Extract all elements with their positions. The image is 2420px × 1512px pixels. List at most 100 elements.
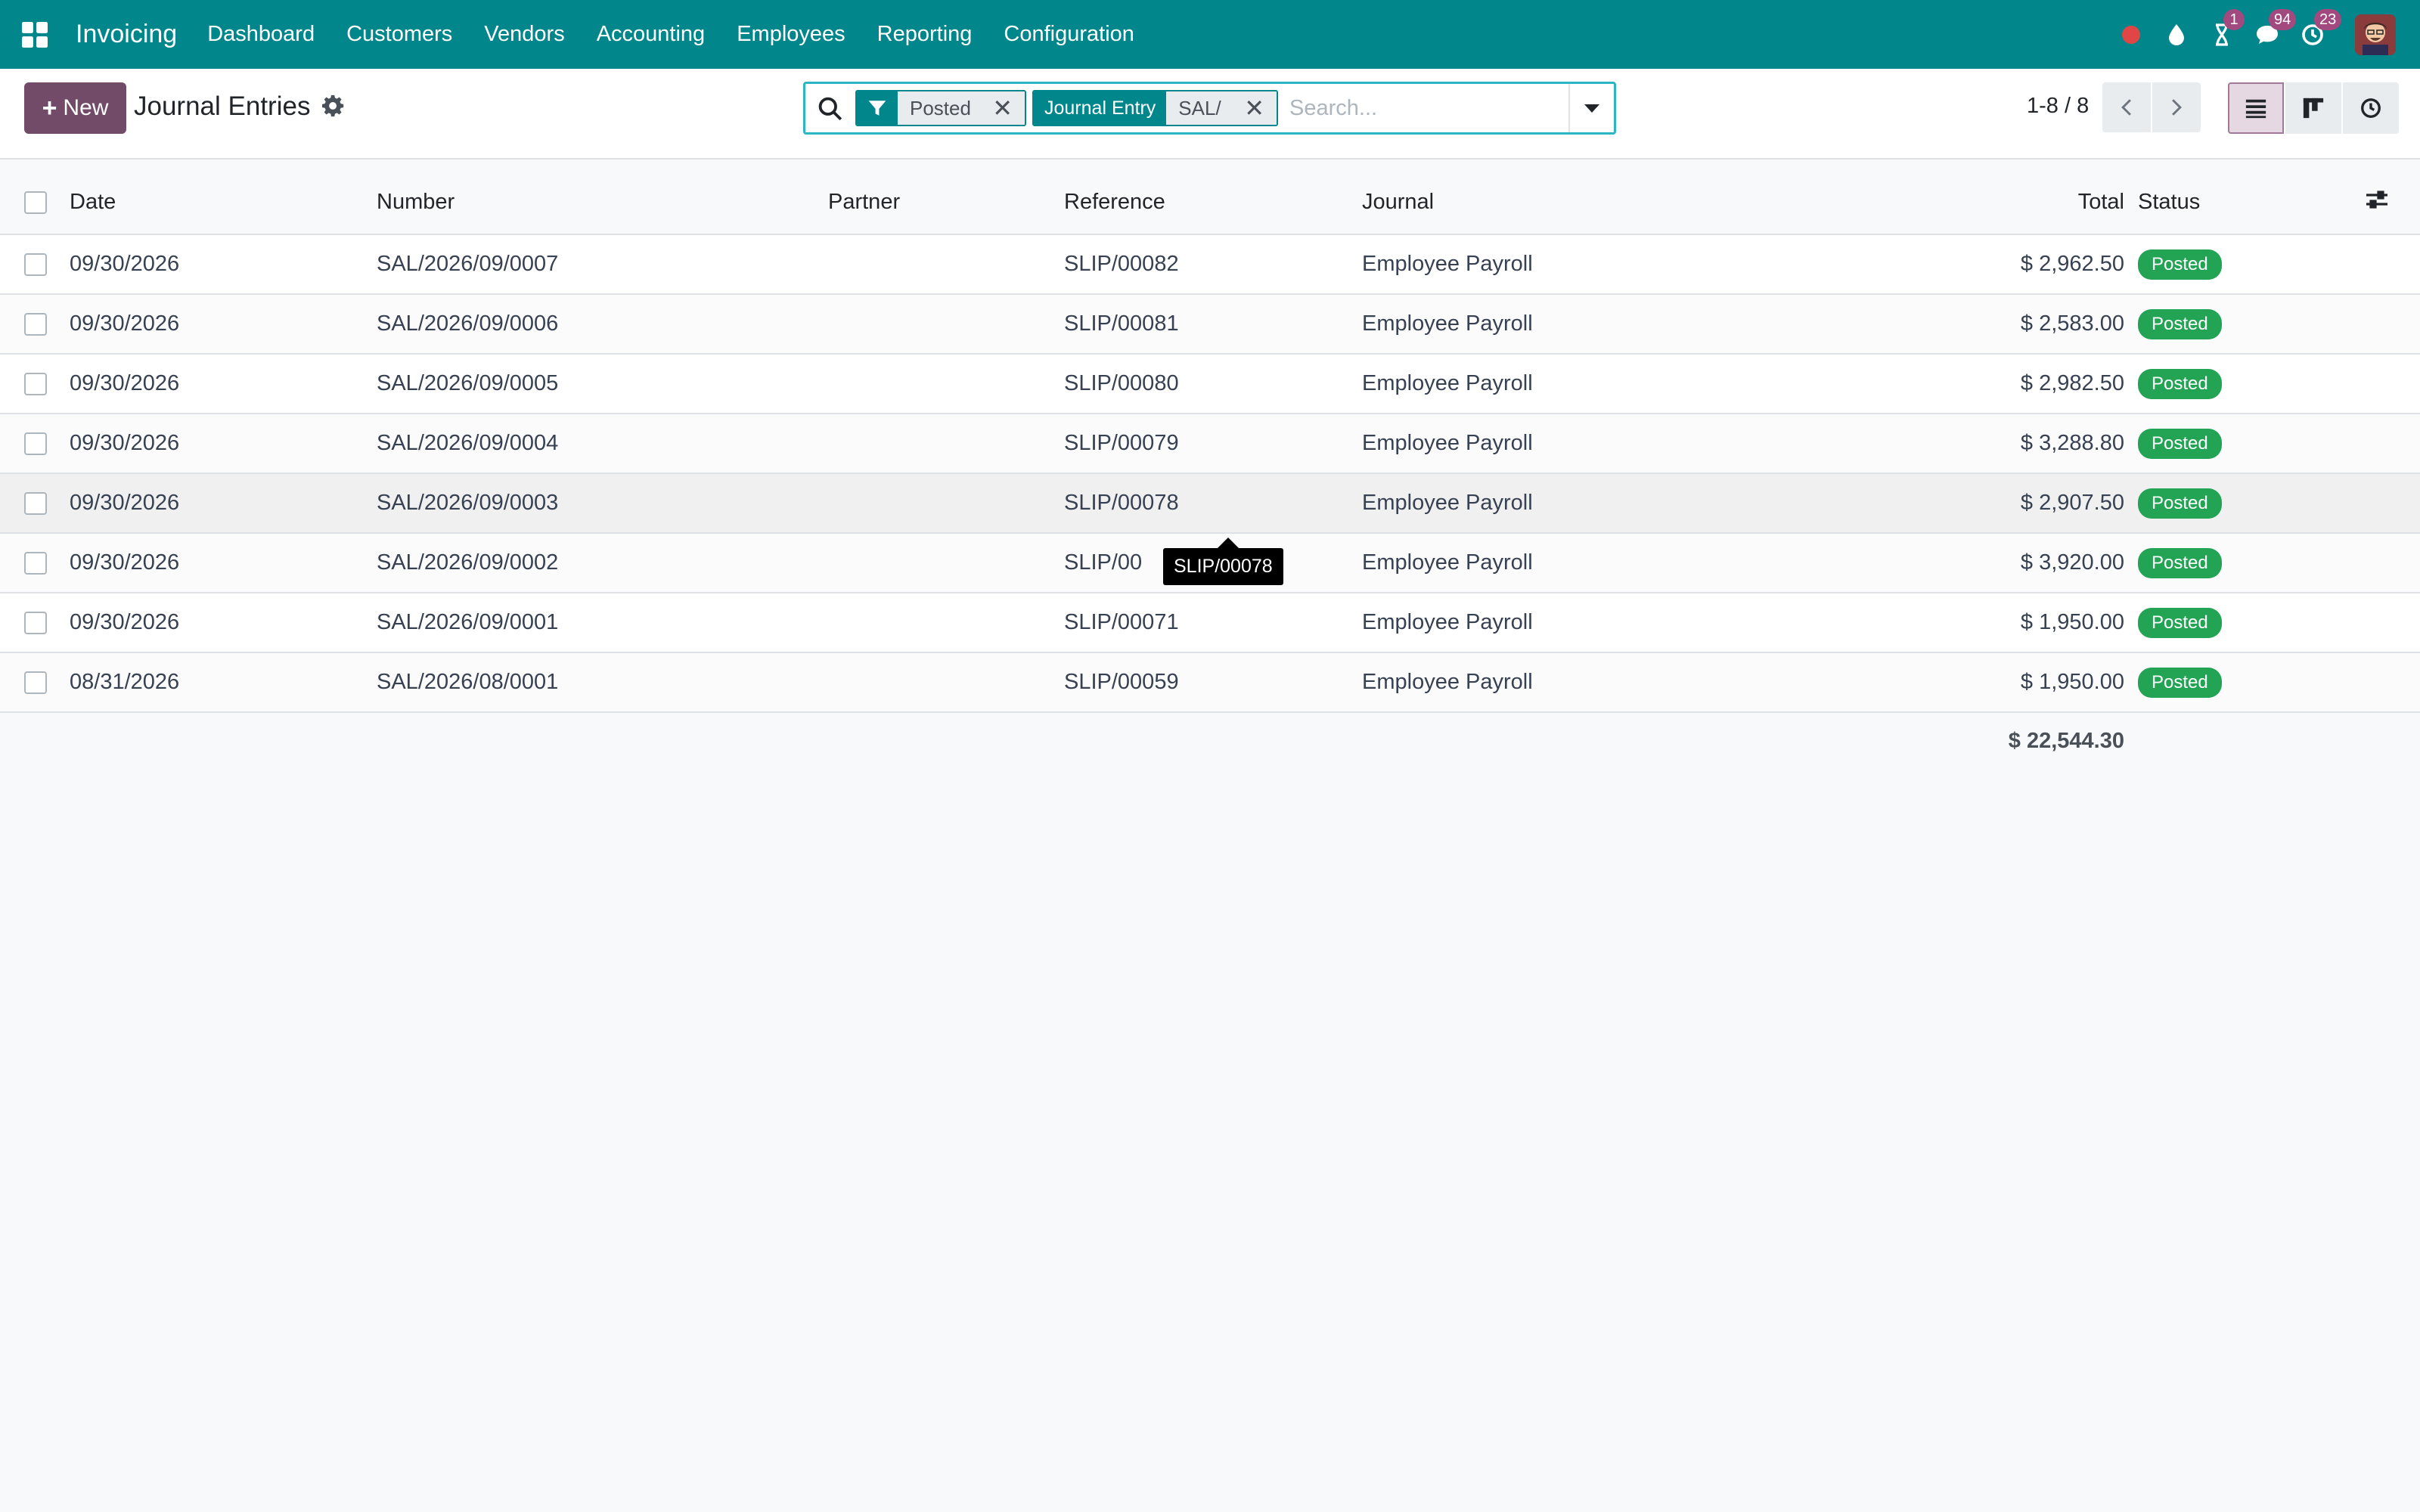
cell-total[interactable]: $ 2,583.00: [1725, 294, 2138, 355]
cell-journal[interactable]: Employee Payroll: [1362, 652, 1725, 713]
cell-number[interactable]: SAL/2026/09/0006: [377, 294, 828, 355]
cell-total[interactable]: $ 1,950.00: [1725, 593, 2138, 653]
cell-date[interactable]: 09/30/2026: [70, 593, 377, 653]
cell-journal[interactable]: Employee Payroll: [1362, 354, 1725, 414]
cell-partner[interactable]: [828, 593, 1064, 653]
menu-accounting[interactable]: Accounting: [597, 22, 706, 47]
cell-journal[interactable]: Employee Payroll: [1362, 414, 1725, 474]
cell-journal[interactable]: Employee Payroll: [1362, 294, 1725, 355]
row-checkbox[interactable]: [24, 432, 47, 456]
cell-date[interactable]: 09/30/2026: [70, 294, 377, 355]
pager-next-button[interactable]: [2152, 82, 2201, 132]
column-header-date[interactable]: Date: [70, 171, 377, 235]
list-view-button[interactable]: [2228, 82, 2284, 134]
kanban-view-button[interactable]: [2285, 82, 2341, 134]
cell-partner[interactable]: [828, 533, 1064, 593]
select-all-checkbox[interactable]: [24, 191, 47, 215]
cell-reference[interactable]: SLIP/00081: [1064, 294, 1362, 355]
row-checkbox[interactable]: [24, 492, 47, 516]
row-checkbox[interactable]: [24, 552, 47, 575]
cell-journal[interactable]: Employee Payroll: [1362, 473, 1725, 534]
remove-facet-icon[interactable]: ✕: [992, 94, 1013, 122]
cell-partner[interactable]: [828, 473, 1064, 534]
table-row[interactable]: 09/30/2026 SAL/2026/09/0005 SLIP/00080 Empl…: [0, 354, 2420, 414]
table-row[interactable]: 08/31/2026 SAL/2026/08/0001 SLIP/00059 Empl…: [0, 652, 2420, 713]
search-input[interactable]: [1289, 88, 1569, 128]
cell-number[interactable]: SAL/2026/09/0003: [377, 473, 828, 534]
table-row[interactable]: 09/30/2026 SAL/2026/09/0001 SLIP/00071 Empl…: [0, 593, 2420, 653]
search-icon[interactable]: [818, 96, 843, 122]
cell-partner[interactable]: [828, 652, 1064, 713]
cell-number[interactable]: SAL/2026/09/0001: [377, 593, 828, 653]
cell-status[interactable]: Posted: [2138, 354, 2365, 414]
cell-status[interactable]: Posted: [2138, 473, 2365, 534]
cell-date[interactable]: 09/30/2026: [70, 533, 377, 593]
gear-icon[interactable]: [322, 94, 345, 117]
cell-total[interactable]: $ 2,982.50: [1725, 354, 2138, 414]
cell-total[interactable]: $ 1,950.00: [1725, 652, 2138, 713]
row-checkbox[interactable]: [24, 313, 47, 336]
cell-reference[interactable]: SLIP/00078: [1064, 473, 1362, 534]
column-header-status[interactable]: Status: [2138, 171, 2365, 235]
cell-total[interactable]: $ 3,920.00: [1725, 533, 2138, 593]
table-row[interactable]: 09/30/2026 SAL/2026/09/0007 SLIP/00082 Empl…: [0, 234, 2420, 295]
column-header-total[interactable]: Total: [1725, 171, 2138, 235]
cell-partner[interactable]: [828, 294, 1064, 355]
menu-dashboard[interactable]: Dashboard: [207, 22, 315, 47]
activity-view-button[interactable]: [2343, 82, 2399, 134]
cell-partner[interactable]: [828, 414, 1064, 474]
cell-date[interactable]: 09/30/2026: [70, 414, 377, 474]
table-row[interactable]: 09/30/2026 SAL/2026/09/0006 SLIP/00081 Empl…: [0, 294, 2420, 355]
menu-customers[interactable]: Customers: [346, 22, 452, 47]
cell-date[interactable]: 09/30/2026: [70, 354, 377, 414]
cell-status[interactable]: Posted: [2138, 414, 2365, 474]
row-checkbox[interactable]: [24, 253, 47, 277]
row-checkbox[interactable]: [24, 671, 47, 695]
cell-reference[interactable]: SLIP/00079: [1064, 414, 1362, 474]
cell-number[interactable]: SAL/2026/09/0007: [377, 234, 828, 295]
messages-chat-icon[interactable]: 94: [2252, 8, 2297, 50]
cell-partner[interactable]: [828, 234, 1064, 295]
cell-reference[interactable]: SLIP/00059: [1064, 652, 1362, 713]
recording-dot-icon[interactable]: [2116, 20, 2146, 50]
cell-journal[interactable]: Employee Payroll: [1362, 593, 1725, 653]
activities-hourglass-icon[interactable]: 1: [2207, 8, 2245, 50]
cell-journal[interactable]: Employee Payroll: [1362, 533, 1725, 593]
user-avatar[interactable]: [2355, 14, 2396, 55]
updates-clock-icon[interactable]: 23: [2297, 8, 2342, 50]
search-options-toggle[interactable]: [1568, 84, 1614, 132]
cell-journal[interactable]: Employee Payroll: [1362, 234, 1725, 295]
cell-number[interactable]: SAL/2026/09/0004: [377, 414, 828, 474]
column-header-partner[interactable]: Partner: [828, 171, 1064, 235]
cell-status[interactable]: Posted: [2138, 234, 2365, 295]
cell-total[interactable]: $ 3,288.80: [1725, 414, 2138, 474]
cell-status[interactable]: Posted: [2138, 294, 2365, 355]
cell-number[interactable]: SAL/2026/08/0001: [377, 652, 828, 713]
cell-reference[interactable]: SLIP/00080: [1064, 354, 1362, 414]
cell-number[interactable]: SAL/2026/09/0002: [377, 533, 828, 593]
cell-number[interactable]: SAL/2026/09/0005: [377, 354, 828, 414]
app-name[interactable]: Invoicing: [76, 20, 177, 49]
optional-columns-sliders-icon[interactable]: [2365, 190, 2389, 217]
app-menu-icon[interactable]: [0, 0, 70, 69]
cell-reference[interactable]: SLIP/00071: [1064, 593, 1362, 653]
column-header-journal[interactable]: Journal: [1362, 171, 1725, 235]
new-button[interactable]: + New: [24, 82, 126, 134]
pager-previous-button[interactable]: [2102, 82, 2151, 132]
row-checkbox[interactable]: [24, 612, 47, 635]
cell-status[interactable]: Posted: [2138, 652, 2365, 713]
cell-total[interactable]: $ 2,962.50: [1725, 234, 2138, 295]
table-row[interactable]: 09/30/2026 SAL/2026/09/0003 SLIP/00078 Empl…: [0, 473, 2420, 534]
column-header-reference[interactable]: Reference: [1064, 171, 1362, 235]
cell-status[interactable]: Posted: [2138, 593, 2365, 653]
droplet-icon[interactable]: [2161, 20, 2192, 50]
column-header-number[interactable]: Number: [377, 171, 828, 235]
cell-date[interactable]: 09/30/2026: [70, 473, 377, 534]
cell-status[interactable]: Posted: [2138, 533, 2365, 593]
cell-total[interactable]: $ 2,907.50: [1725, 473, 2138, 534]
row-checkbox[interactable]: [24, 373, 47, 396]
menu-reporting[interactable]: Reporting: [877, 22, 973, 47]
menu-configuration[interactable]: Configuration: [1004, 22, 1134, 47]
cell-reference[interactable]: SLIP/00082: [1064, 234, 1362, 295]
pager-value[interactable]: 1-8 / 8: [2027, 94, 2089, 119]
